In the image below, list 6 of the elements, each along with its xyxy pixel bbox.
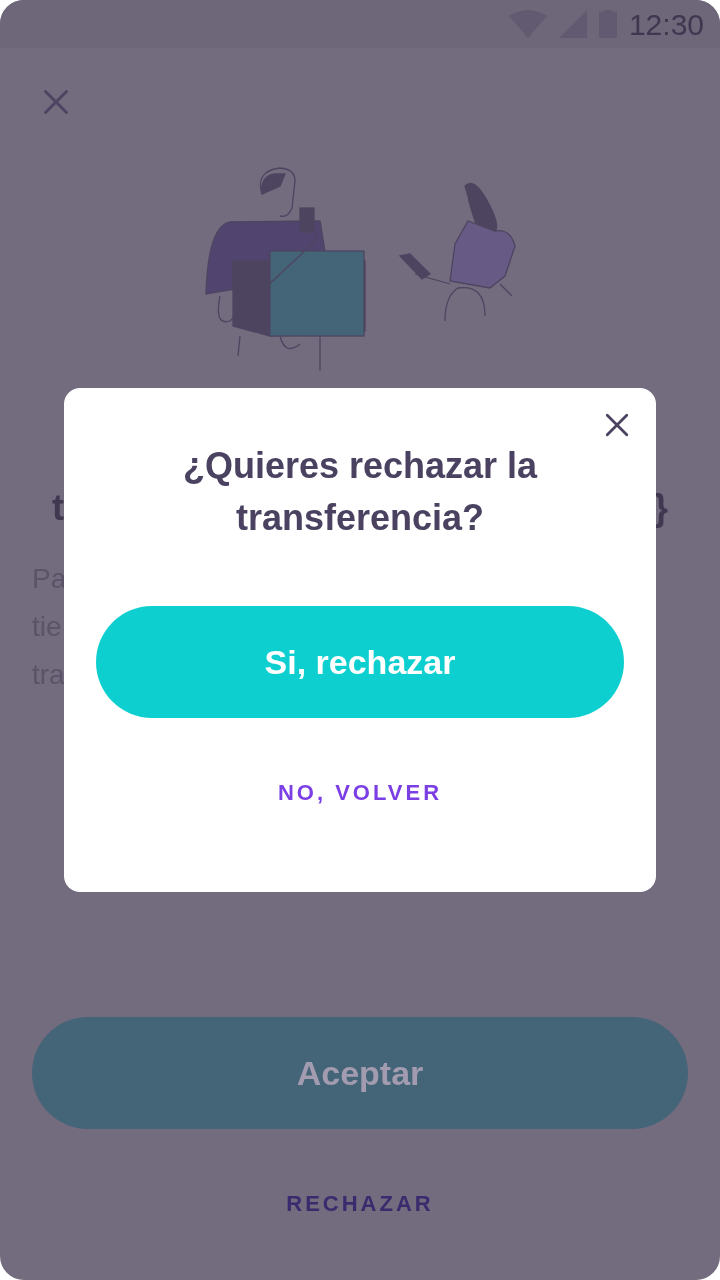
close-icon[interactable] (604, 412, 630, 438)
dialog-title: ¿Quieres rechazar la transferencia? (181, 444, 539, 540)
cancel-link[interactable]: NO, VOLVER (277, 776, 443, 809)
heading-fragment: } (654, 486, 668, 530)
reject-link[interactable]: RECHAZAR (286, 1187, 434, 1220)
confirm-button[interactable]: Si, rechazar (96, 606, 624, 718)
